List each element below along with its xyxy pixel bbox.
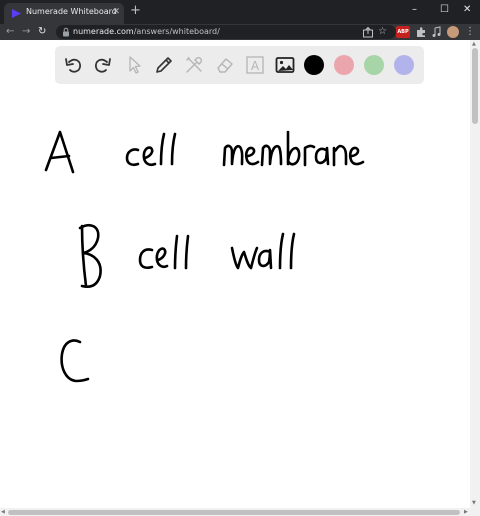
tools-icon[interactable] — [184, 55, 204, 75]
forward-button[interactable]: → — [22, 25, 30, 39]
scroll-down-arrow-icon[interactable]: ▼ — [472, 500, 476, 506]
horizontal-scroll-thumb[interactable] — [8, 510, 460, 515]
text-icon[interactable]: A — [245, 55, 265, 75]
color-swatch-pink[interactable] — [334, 55, 354, 75]
browser-toolbar: ← → ↻ numerade.com/answers/whiteboard/ ☆… — [0, 24, 480, 40]
tab-numerade-whiteboard[interactable]: Numerade Whiteboard ✕ — [4, 3, 124, 24]
text-tool-label: A — [251, 59, 260, 73]
tab-strip: Numerade Whiteboard ✕ + – ☐ ✕ — [0, 0, 480, 24]
close-window-button[interactable]: ✕ — [463, 3, 471, 17]
reload-button[interactable]: ↻ — [38, 25, 46, 39]
scroll-left-arrow-icon[interactable]: ◀ — [1, 509, 5, 515]
media-control-icon[interactable] — [431, 26, 443, 38]
eraser-icon[interactable] — [215, 55, 235, 75]
drawing-toolbar: A — [55, 46, 424, 84]
image-icon[interactable] — [275, 55, 295, 75]
color-swatch-black[interactable] — [304, 55, 324, 75]
back-button[interactable]: ← — [6, 25, 14, 39]
color-swatch-lavender[interactable] — [394, 55, 414, 75]
browser-menu-icon[interactable]: ⋮ — [465, 26, 475, 38]
numerade-logo-icon — [12, 9, 21, 18]
color-swatch-green[interactable] — [364, 55, 384, 75]
share-icon[interactable] — [362, 26, 374, 38]
url-text: numerade.com/answers/whiteboard/ — [73, 27, 220, 37]
bookmark-star-icon[interactable]: ☆ — [378, 26, 390, 38]
adblock-extension-icon[interactable]: ABP — [396, 26, 410, 38]
tab-title: Numerade Whiteboard — [26, 7, 117, 16]
url-path: /answers/whiteboard/ — [133, 27, 220, 36]
address-bar[interactable]: numerade.com/answers/whiteboard/ — [56, 25, 396, 39]
undo-icon[interactable] — [63, 55, 83, 75]
tab-close-icon[interactable]: ✕ — [112, 6, 120, 18]
pointer-icon[interactable] — [124, 55, 144, 75]
lock-icon — [63, 27, 69, 37]
pen-icon[interactable] — [154, 55, 174, 75]
minimize-button[interactable]: – — [412, 3, 417, 17]
handwriting-layer — [44, 130, 365, 383]
vertical-scroll-thumb[interactable] — [472, 48, 478, 124]
profile-avatar[interactable] — [447, 26, 459, 38]
maximize-button[interactable]: ☐ — [440, 3, 449, 17]
scroll-right-arrow-icon[interactable]: ▶ — [464, 509, 468, 515]
extensions-puzzle-icon[interactable] — [415, 26, 427, 38]
handwriting-line-3 — [60, 339, 90, 383]
handwriting-line-1 — [44, 130, 365, 174]
handwriting-line-2 — [78, 224, 296, 288]
new-tab-button[interactable]: + — [130, 4, 141, 18]
url-host: numerade.com — [73, 27, 134, 36]
scroll-up-arrow-icon[interactable]: ▲ — [472, 41, 476, 47]
redo-icon[interactable] — [93, 55, 113, 75]
